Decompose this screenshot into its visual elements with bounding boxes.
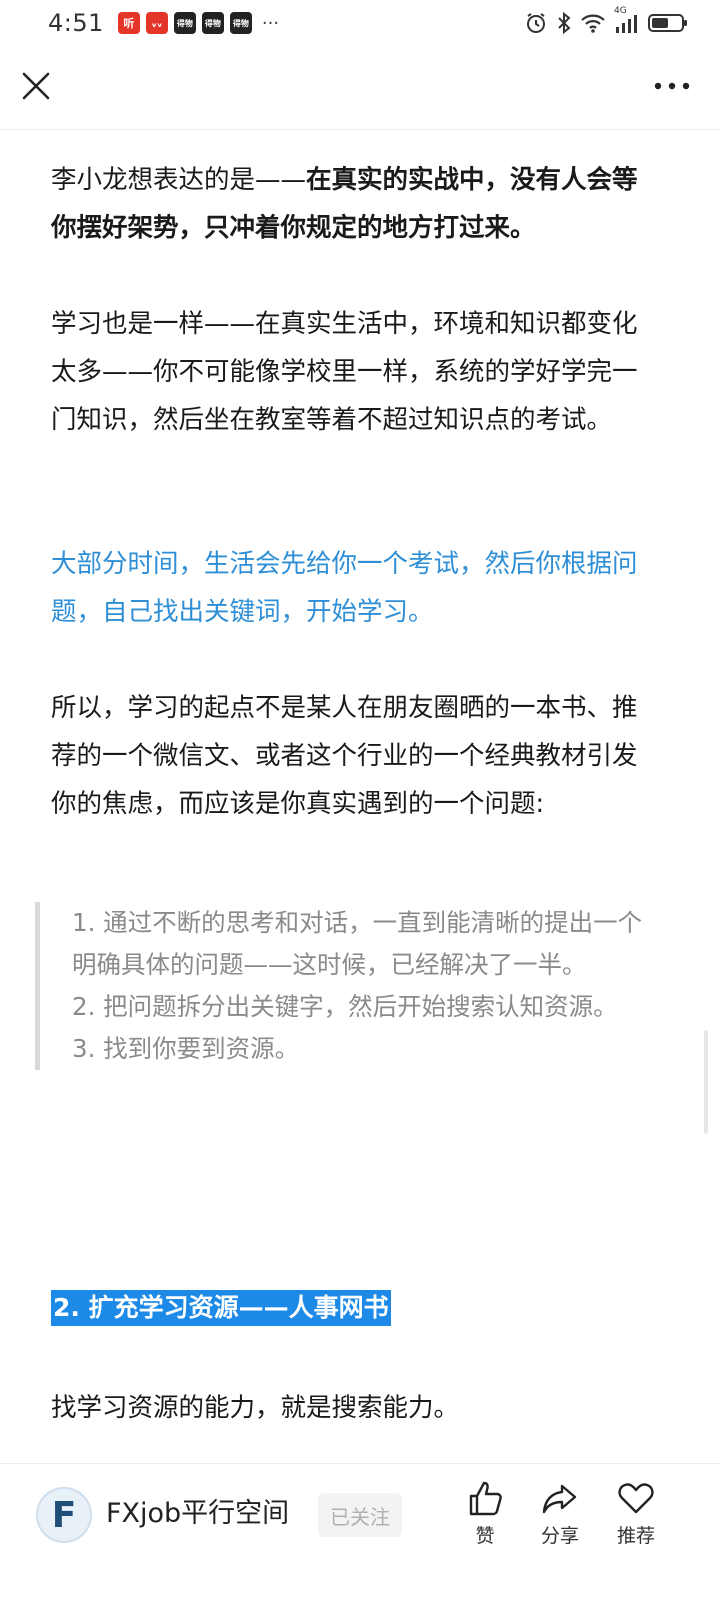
blockquote: 1. 通过不断的思考和对话，一直到能清晰的提出一个明确具体的问题——这时候，已经… bbox=[35, 902, 665, 1070]
paragraph-text: 李小龙想表达的是—— bbox=[51, 165, 307, 195]
dewu-app-icon: 得物 bbox=[229, 12, 252, 34]
author-avatar[interactable]: F bbox=[36, 1487, 92, 1543]
bluetooth-icon bbox=[556, 11, 572, 35]
heart-icon bbox=[618, 1483, 654, 1514]
article-paragraph: 找学习资源的能力，就是搜索能力。 bbox=[51, 1393, 460, 1423]
more-notifications-icon: ··· bbox=[261, 12, 280, 34]
highlighted-paragraph: 大部分时间，生活会先给你一个考试，然后你根据问题，自己找出关键词，开始学习。 bbox=[51, 549, 638, 627]
alarm-icon bbox=[524, 11, 548, 35]
more-button[interactable] bbox=[652, 74, 692, 98]
dewu-app-icon: 得物 bbox=[173, 12, 196, 34]
recommend-button[interactable]: 推荐 bbox=[601, 1478, 671, 1578]
ting-app-icon: 听 bbox=[117, 12, 140, 34]
battery-icon bbox=[648, 12, 688, 34]
network-type-label: 4G bbox=[614, 6, 627, 16]
quote-list-item: 2. 把问题拆分出关键字，然后开始搜索认知资源。 bbox=[72, 992, 618, 1021]
top-bar bbox=[0, 46, 720, 130]
app-screen: 4:51 听 ᵥᵥ 得物 得物 得物 ··· 4G 李小龙想表达的是——在真实的… bbox=[0, 0, 720, 1600]
more-icon bbox=[654, 82, 690, 90]
article-paragraph: 学习也是一样——在真实生活中，环境和知识都变化太多——你不可能像学校里一样，系统… bbox=[51, 309, 638, 435]
dewu-app-icon: 得物 bbox=[201, 12, 224, 34]
stock-app-icon: ᵥᵥ bbox=[145, 12, 168, 34]
quote-list-item: 1. 通过不断的思考和对话，一直到能清晰的提出一个明确具体的问题——这时候，已经… bbox=[72, 908, 643, 979]
recommend-label: 推荐 bbox=[616, 1525, 655, 1547]
article-paragraph: 所以，学习的起点不是某人在朋友圈晒的一本书、推荐的一个微信文、或者这个行业的一个… bbox=[51, 693, 638, 819]
share-label: 分享 bbox=[540, 1525, 579, 1547]
close-icon bbox=[22, 72, 50, 100]
follow-button[interactable]: 已关注 bbox=[318, 1493, 402, 1537]
bottom-action-bar: F FXjob平行空间 已关注 赞 分享 推荐 bbox=[0, 1463, 720, 1600]
quote-list-item: 3. 找到你要到资源。 bbox=[72, 1034, 300, 1063]
article-paragraph: 李小龙想表达的是——在真实的实战中，没有人会等你摆好架势，只冲着你规定的地方打过… bbox=[51, 156, 661, 252]
like-label: 赞 bbox=[475, 1525, 495, 1547]
status-bar-left: 4:51 听 ᵥᵥ 得物 得物 得物 ··· bbox=[48, 9, 279, 37]
scrollbar[interactable] bbox=[704, 1030, 708, 1134]
cellular-signal-icon: 4G bbox=[614, 6, 640, 34]
like-button[interactable]: 赞 bbox=[450, 1478, 520, 1578]
status-bar-right: 4G bbox=[524, 6, 688, 35]
status-bar: 4:51 听 ᵥᵥ 得物 得物 得物 ··· 4G bbox=[0, 0, 720, 46]
section-heading: 2. 扩充学习资源——人事网书 bbox=[51, 1290, 391, 1326]
status-time: 4:51 bbox=[48, 9, 104, 37]
thumbs-up-icon bbox=[469, 1481, 502, 1516]
close-button[interactable] bbox=[20, 70, 52, 102]
share-icon bbox=[542, 1484, 577, 1514]
share-button[interactable]: 分享 bbox=[525, 1478, 595, 1578]
author-name[interactable]: FXjob平行空间 bbox=[106, 1494, 289, 1534]
wifi-icon bbox=[580, 12, 606, 34]
